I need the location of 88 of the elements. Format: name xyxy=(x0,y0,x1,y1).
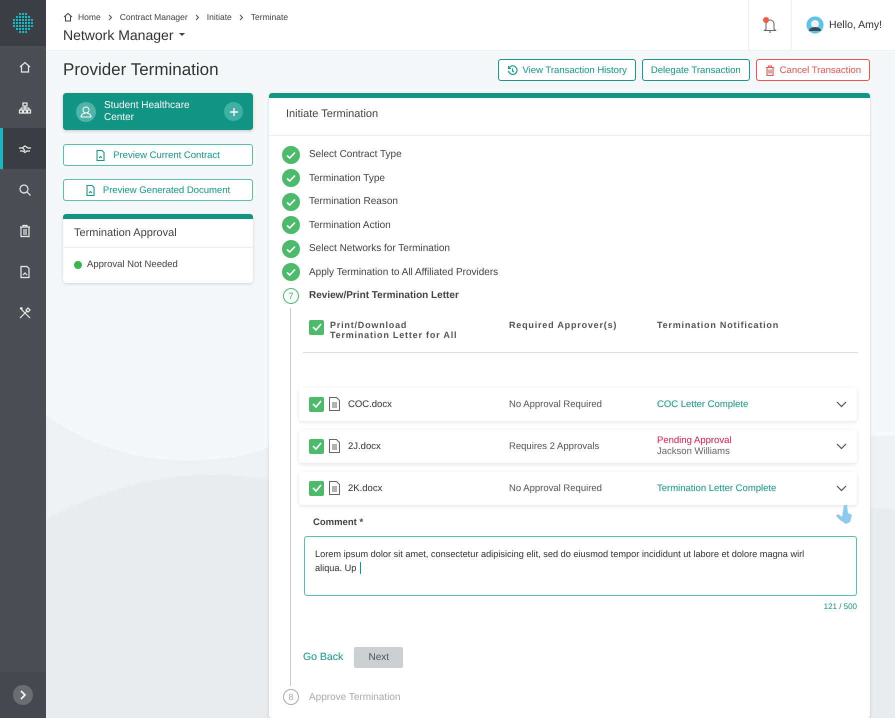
approver-text: No Approval Required xyxy=(509,398,603,410)
comment-text: Lorem ipsum dolor sit amet, consectetur adipisicing elit, sed do eiusmod tempor incididunt ut labore et dolore magna wirl aliqua. Up xyxy=(315,548,804,572)
preview-button[interactable]: Preview Current Contract xyxy=(63,144,253,166)
check-circle-icon xyxy=(282,146,300,164)
step-label: Termination Reason xyxy=(309,196,398,208)
file-icon xyxy=(329,481,340,495)
checkmark-icon xyxy=(312,400,322,408)
step-label: Select Networks for Termination xyxy=(309,243,450,254)
check-circle-icon xyxy=(282,240,300,258)
notification-status: COC Letter Complete xyxy=(657,398,750,410)
notification-bell-icon[interactable] xyxy=(762,16,778,34)
hierarchy-icon xyxy=(18,100,32,114)
action-button[interactable]: View Transaction History xyxy=(498,59,636,81)
check-circle-icon xyxy=(282,263,300,282)
document-icon xyxy=(86,184,95,196)
add-button[interactable] xyxy=(224,102,243,121)
history-icon xyxy=(506,64,518,76)
column-header: Print/Download Termination Letter for All xyxy=(330,320,458,340)
action-button[interactable]: Delegate Transaction xyxy=(642,59,750,81)
preview-button[interactable]: Preview Generated Document xyxy=(63,179,253,201)
approver-text: No Approval Required xyxy=(509,482,603,494)
trash-icon xyxy=(764,64,775,76)
column-header: Termination Notification xyxy=(657,320,780,330)
step-label: Select Contract Type xyxy=(309,149,402,160)
document-icon xyxy=(18,264,32,278)
breadcrumb-separator-icon xyxy=(238,14,244,20)
avatar-icon xyxy=(806,16,824,34)
step-label: Termination Type xyxy=(309,172,385,184)
trash-icon xyxy=(18,224,32,238)
app-switcher[interactable]: Network Manager xyxy=(63,27,184,43)
step-number: 8 xyxy=(283,689,299,706)
file-name: 2K.docx xyxy=(348,482,382,494)
chevron-down-icon[interactable] xyxy=(836,484,847,492)
person-icon xyxy=(76,102,96,122)
check-circle-icon xyxy=(282,169,300,188)
wizard-title: Initiate Termination xyxy=(269,98,870,136)
expand-sidebar-button[interactable] xyxy=(13,685,33,705)
user-greeting: Hello, Amy! xyxy=(829,19,882,31)
home-icon xyxy=(63,12,73,22)
row-checkbox[interactable] xyxy=(309,480,324,496)
comment-field[interactable]: Lorem ipsum dolor sit amet, consectetur adipisicing elit, sed do eiusmod tempor incididunt ut labore et dolore magna wirl aliqua. Up xyxy=(304,536,857,596)
file-icon xyxy=(329,397,340,411)
globe-logo-icon xyxy=(12,11,34,35)
column-header: Required Approver(s) xyxy=(509,320,618,330)
step-label: Apply Termination to All Affiliated Providers xyxy=(309,266,498,278)
row-checkbox[interactable] xyxy=(309,438,324,454)
approval-status: Approval Not Needed xyxy=(87,259,178,270)
action-button[interactable]: Cancel Transaction xyxy=(756,59,870,81)
chevron-right-icon xyxy=(19,690,27,700)
chevron-down-icon[interactable] xyxy=(836,442,847,450)
comment-label: Comment * xyxy=(313,516,364,528)
provider-name: Student Healthcare Center xyxy=(104,100,191,124)
approver-name: Jackson Williams xyxy=(657,446,731,457)
character-counter: 121 / 500 xyxy=(822,602,857,610)
tools-icon xyxy=(18,306,32,320)
page-title: Provider Termination xyxy=(63,60,220,80)
chevron-down-icon[interactable] xyxy=(836,400,847,408)
document-icon xyxy=(96,150,106,160)
file-name: 2J.docx xyxy=(348,440,381,452)
breadcrumb-link[interactable]: Home xyxy=(78,12,101,22)
breadcrumb-separator-icon xyxy=(194,14,200,20)
checkmark-icon xyxy=(312,442,322,450)
approver-text: Requires 2 Approvals xyxy=(509,440,600,452)
check-circle-icon xyxy=(282,216,300,234)
notification-status: Pending Approval xyxy=(657,435,732,446)
file-icon xyxy=(329,439,340,453)
go-back-link[interactable]: Go Back xyxy=(303,651,344,663)
notification-status: Termination Letter Complete xyxy=(657,482,778,494)
check-circle-icon xyxy=(282,192,300,211)
caret-down-icon xyxy=(178,33,184,37)
file-name: COC.docx xyxy=(348,398,392,410)
breadcrumb-link[interactable]: Initiate xyxy=(206,12,232,22)
step-label: Approve Termination xyxy=(309,692,401,703)
select-all-checkbox[interactable] xyxy=(309,320,324,334)
nav-item[interactable] xyxy=(0,128,46,169)
checkmark-icon xyxy=(312,323,322,331)
search-icon xyxy=(18,182,32,196)
home-icon xyxy=(18,60,32,74)
breadcrumb-link[interactable]: Contract Manager xyxy=(120,12,188,22)
step-label: Termination Action xyxy=(309,220,391,231)
step-number: 7 xyxy=(283,288,299,304)
breadcrumb-separator-icon xyxy=(108,14,113,20)
approval-title: Termination Approval xyxy=(63,219,253,248)
breadcrumb-link[interactable]: Terminate xyxy=(250,12,288,22)
row-checkbox[interactable] xyxy=(309,396,324,412)
checkmark-icon xyxy=(312,484,322,492)
plus-icon xyxy=(230,108,238,116)
step-label: Review/Print Termination Letter xyxy=(309,290,459,302)
